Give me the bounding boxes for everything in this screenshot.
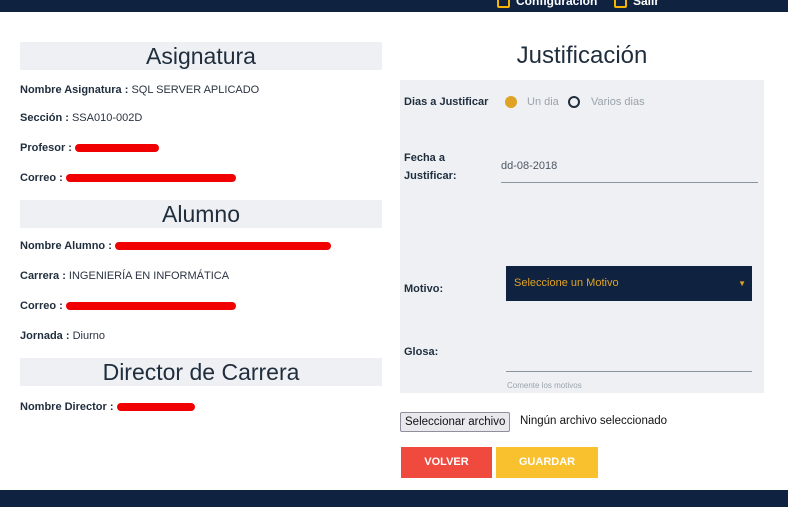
radio-un-dia-label[interactable]: Un dia <box>527 96 559 108</box>
asignatura-seccion: Sección : SSA010-002D <box>20 112 142 124</box>
profesor-label: Profesor : <box>20 142 72 154</box>
footer-bar <box>0 490 788 507</box>
fecha-input[interactable]: dd-08-2018 <box>501 160 557 172</box>
exit-label: Salir <box>633 0 660 8</box>
asignatura-correo: Correo : <box>20 172 236 184</box>
justificacion-heading: Justificación <box>516 42 648 69</box>
guardar-button[interactable]: GUARDAR <box>496 447 598 478</box>
file-status: Ningún archivo seleccionado <box>520 415 668 427</box>
file-select-button[interactable]: Seleccionar archivo <box>400 412 511 432</box>
redaction-mark <box>65 174 236 183</box>
fecha-label-line2: Justificar: <box>404 170 457 182</box>
config-label: Configuración <box>516 0 598 8</box>
glosa-hint: Comente los motivos <box>507 381 582 390</box>
redaction-mark <box>75 144 160 153</box>
justificacion-panel <box>400 80 764 393</box>
radio-un-dia[interactable] <box>505 96 517 108</box>
director-nombre: Nombre Director : <box>20 401 195 413</box>
motivo-label: Motivo: <box>404 283 444 295</box>
alumno-nombre-label: Nombre Alumno : <box>20 240 112 252</box>
asignatura-profesor: Profesor : <box>20 142 160 154</box>
alumno-correo: Correo : <box>20 300 236 312</box>
chevron-down-icon: ▼ <box>738 279 746 288</box>
dias-label: Dias a Justificar <box>404 96 489 108</box>
glosa-label: Glosa: <box>404 346 439 358</box>
asignatura-nombre-label: Nombre Asignatura : <box>20 84 129 96</box>
alumno-carrera: Carrera : INGENIERÍA EN INFORMÁTICA <box>20 270 229 282</box>
top-navbar: Configuración Salir <box>0 0 788 12</box>
alumno-correo-label: Correo : <box>20 300 63 312</box>
gear-icon <box>497 0 510 8</box>
alumno-heading: Alumno <box>20 200 382 228</box>
fecha-input-underline <box>501 182 758 183</box>
config-link[interactable]: Configuración <box>497 0 597 8</box>
profesor-correo-label: Correo : <box>20 172 63 184</box>
radio-varios-dias-label[interactable]: Varios dias <box>591 96 645 108</box>
jornada-value: Diurno <box>72 330 105 342</box>
volver-button[interactable]: VOLVER <box>401 447 492 478</box>
redaction-mark <box>116 403 195 412</box>
motivo-select[interactable]: Seleccione un Motivo ▼ <box>506 266 752 301</box>
carrera-label: Carrera : <box>20 270 66 282</box>
radio-varios-dias[interactable] <box>568 96 580 108</box>
director-heading: Director de Carrera <box>20 358 382 386</box>
asignatura-nombre: Nombre Asignatura : SQL SERVER APLICADO <box>20 84 259 96</box>
motivo-select-value: Seleccione un Motivo <box>514 277 619 289</box>
fecha-label-line1: Fecha a <box>404 152 445 164</box>
redaction-mark <box>114 242 331 251</box>
seccion-value: SSA010-002D <box>71 112 143 124</box>
jornada-label: Jornada : <box>20 330 70 342</box>
carrera-value: INGENIERÍA EN INFORMÁTICA <box>68 270 230 282</box>
redaction-mark <box>65 302 236 311</box>
director-nombre-label: Nombre Director : <box>20 401 114 413</box>
alumno-nombre: Nombre Alumno : <box>20 240 331 252</box>
alumno-jornada: Jornada : Diurno <box>20 330 105 342</box>
exit-icon <box>614 0 627 8</box>
glosa-textarea[interactable] <box>506 371 752 372</box>
seccion-label: Sección : <box>20 112 69 124</box>
exit-link[interactable]: Salir <box>614 0 659 8</box>
asignatura-nombre-value: SQL SERVER APLICADO <box>131 84 260 96</box>
asignatura-heading: Asignatura <box>20 42 382 70</box>
